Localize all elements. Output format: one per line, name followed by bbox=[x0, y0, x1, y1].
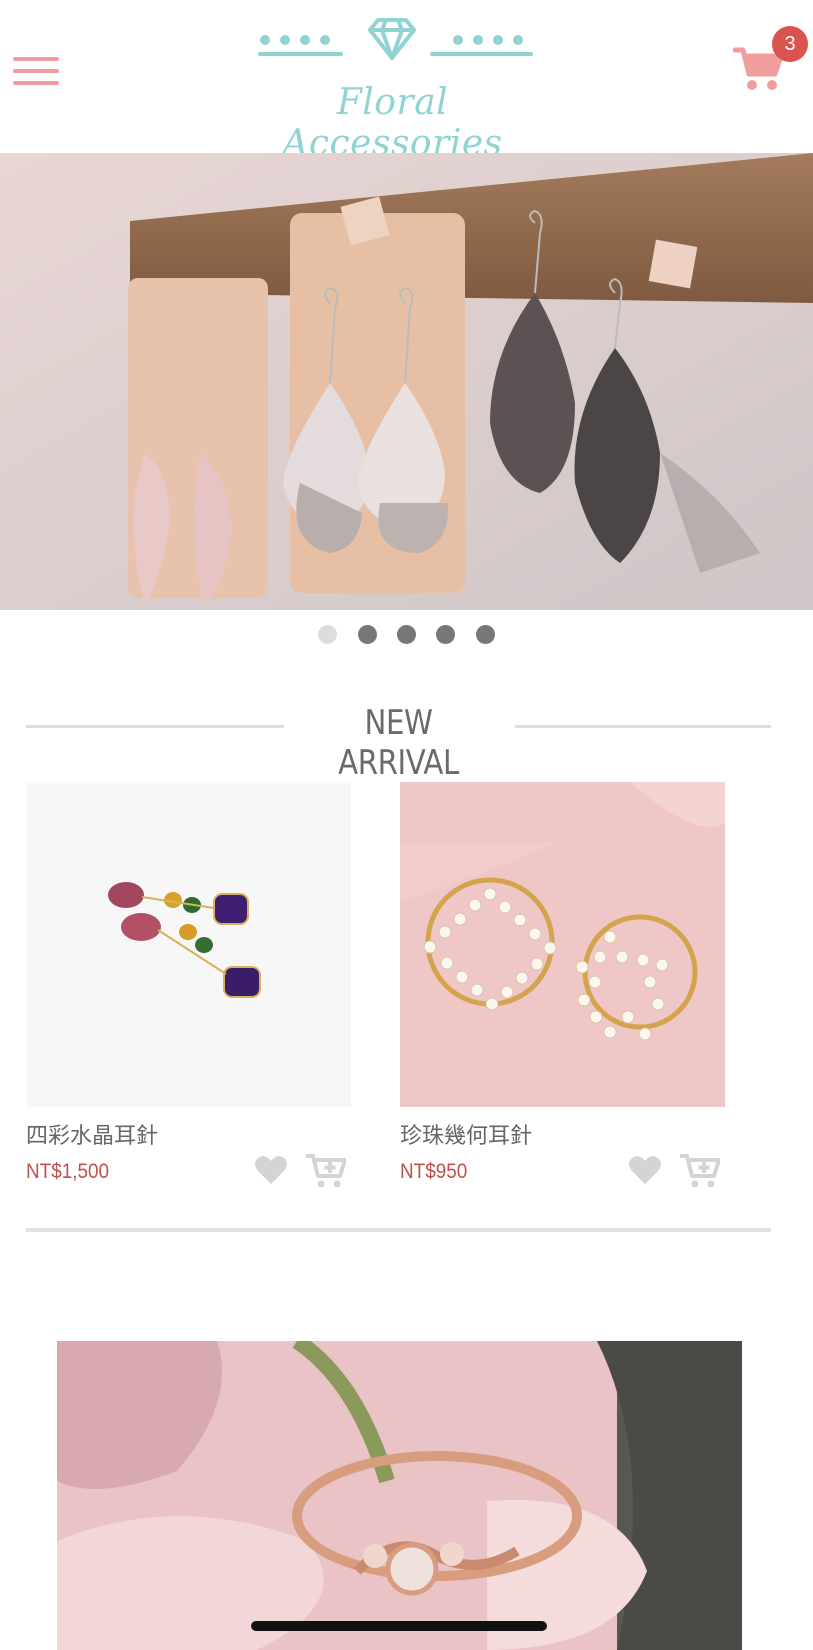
home-indicator[interactable] bbox=[251, 1621, 547, 1631]
product-card: 珍珠幾何耳針 NT$950 bbox=[400, 782, 725, 1188]
pearl-earrings-image bbox=[400, 782, 725, 1107]
carousel-indicators bbox=[0, 625, 813, 645]
carousel-dot-2[interactable] bbox=[357, 625, 377, 644]
title-divider-right bbox=[515, 725, 771, 728]
product-image[interactable] bbox=[400, 782, 725, 1107]
carousel-dot-1[interactable] bbox=[318, 625, 338, 644]
product-name[interactable]: 四彩水晶耳針 bbox=[26, 1118, 158, 1150]
add-to-cart-icon[interactable] bbox=[680, 1152, 720, 1188]
hero-carousel-image[interactable] bbox=[0, 153, 813, 610]
title-divider-left bbox=[26, 725, 284, 728]
ring-on-flower-image bbox=[57, 1341, 742, 1650]
product-name[interactable]: 珍珠幾何耳針 bbox=[400, 1118, 532, 1150]
hamburger-icon[interactable] bbox=[13, 56, 59, 88]
crystal-earrings-image bbox=[26, 782, 351, 1107]
menu-bar bbox=[13, 81, 59, 85]
new-arrival-header: NEW ARRIVAL bbox=[26, 703, 771, 783]
product-card: 四彩水晶耳針 NT$1,500 bbox=[26, 782, 351, 1188]
product-price: NT$950 bbox=[400, 1160, 468, 1183]
brand-logo[interactable]: Floral Accessories bbox=[230, 12, 555, 164]
menu-bar bbox=[13, 69, 59, 73]
carousel-dot-3[interactable] bbox=[397, 625, 416, 644]
site-header: Floral Accessories 3 bbox=[0, 0, 813, 164]
product-image[interactable] bbox=[26, 782, 351, 1107]
add-to-cart-icon[interactable] bbox=[306, 1152, 346, 1188]
hero-earrings-image bbox=[0, 153, 813, 610]
section-title: NEW ARRIVAL bbox=[338, 703, 459, 783]
brand-name: Floral Accessories bbox=[282, 82, 503, 164]
cart-count-badge: 3 bbox=[772, 26, 808, 62]
promo-banner-image[interactable] bbox=[57, 1341, 742, 1650]
product-price: NT$1,500 bbox=[26, 1160, 110, 1183]
carousel-dot-5[interactable] bbox=[475, 625, 495, 644]
heart-icon[interactable] bbox=[254, 1154, 288, 1186]
carousel-dot-4[interactable] bbox=[436, 625, 456, 644]
section-divider bbox=[26, 1228, 771, 1232]
menu-bar bbox=[13, 57, 59, 61]
diamond-icon bbox=[258, 18, 533, 60]
heart-icon[interactable] bbox=[628, 1154, 662, 1186]
